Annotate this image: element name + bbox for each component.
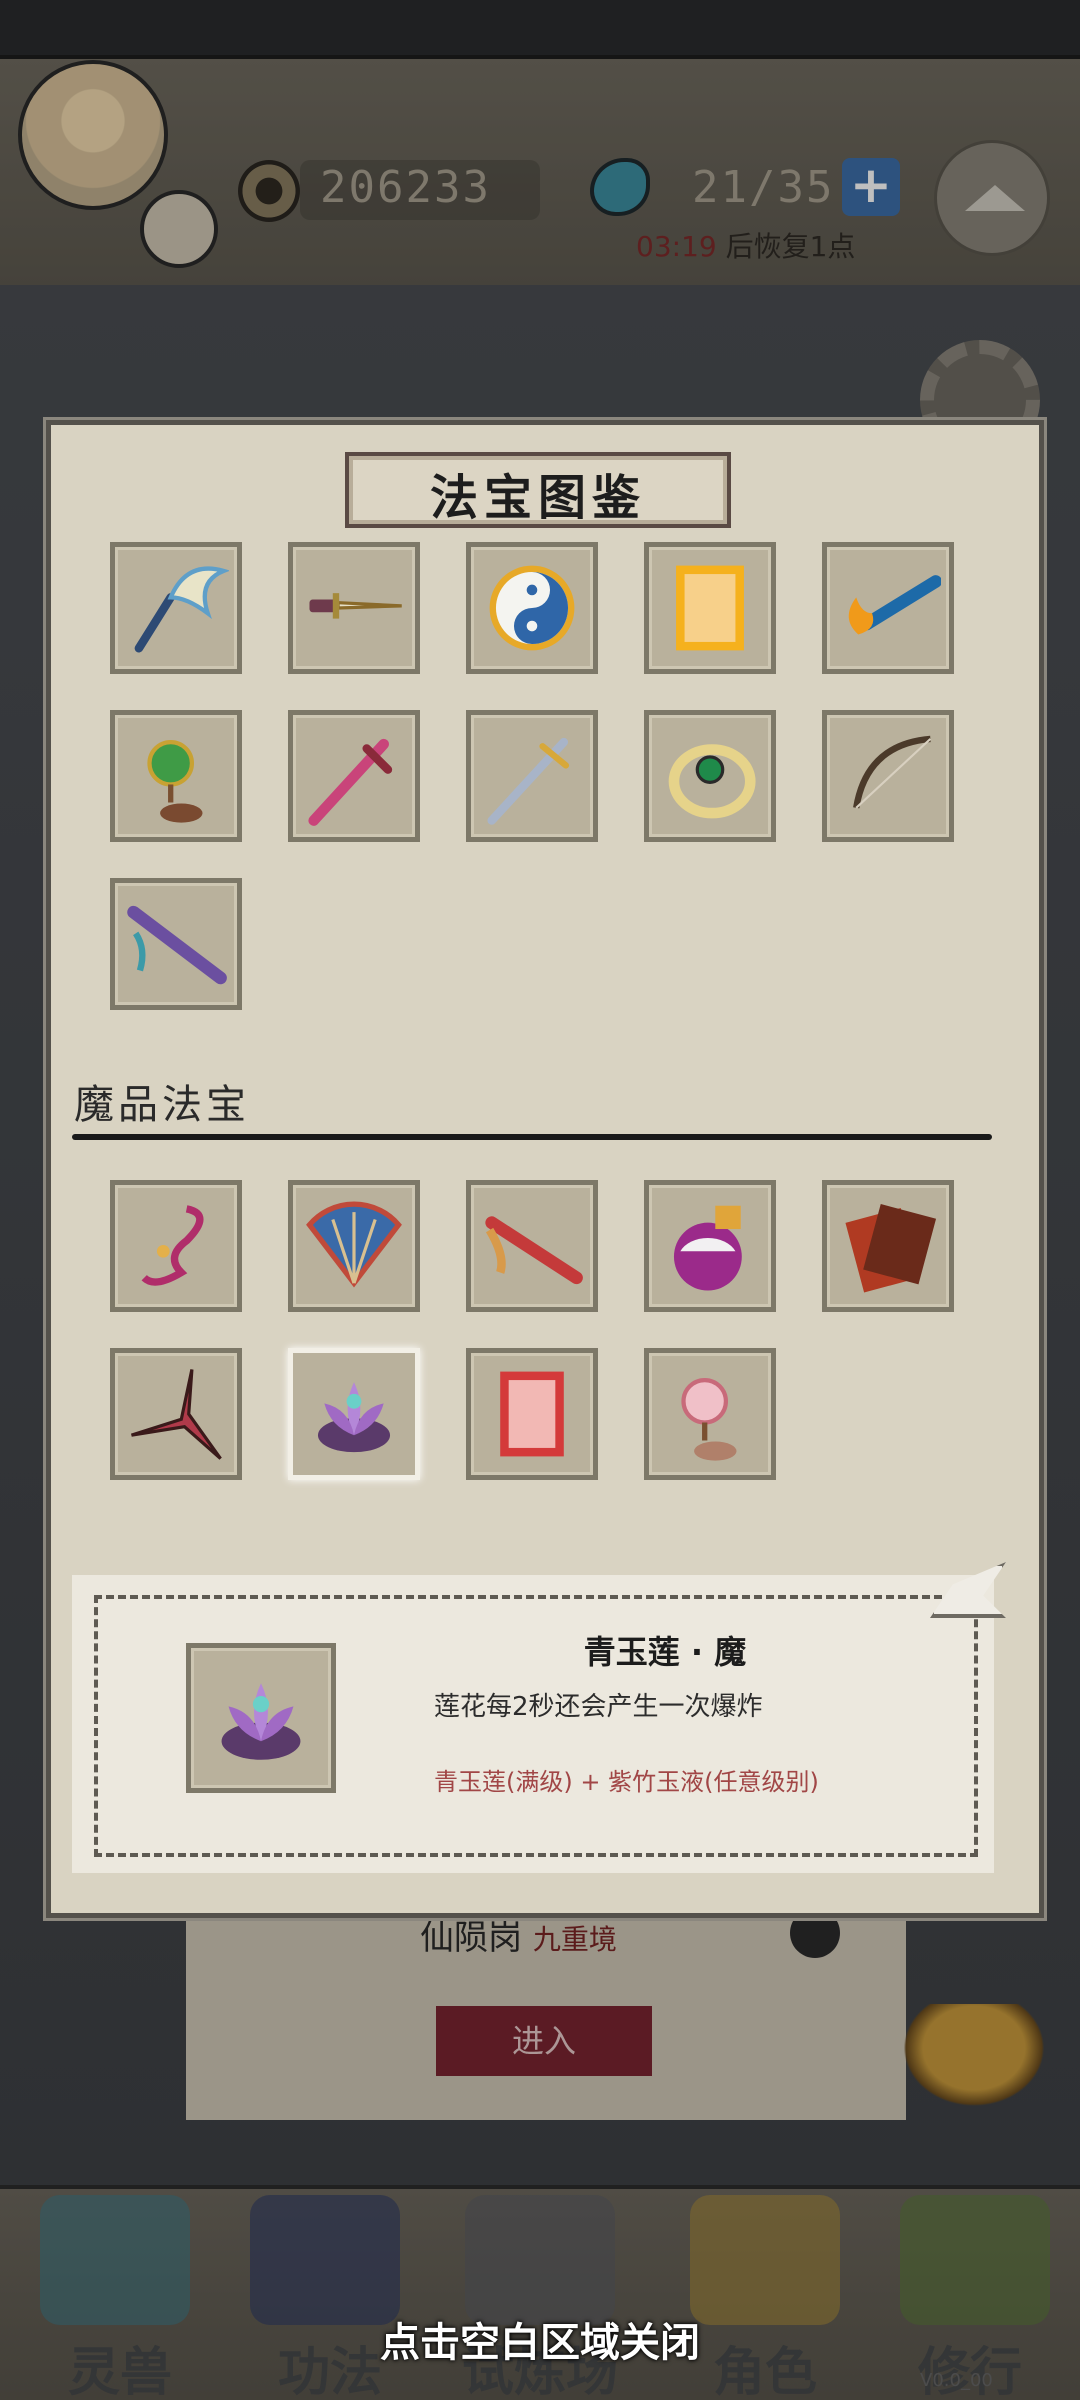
steel-sword-icon [487, 737, 570, 825]
artifact-slot[interactable] [466, 542, 598, 674]
artifact-slot-selected[interactable] [288, 1348, 420, 1480]
yin-yang-icon [489, 565, 575, 651]
artifact-slot[interactable] [110, 878, 242, 1010]
flute-icon [127, 905, 227, 985]
demon-jade-pendant-icon [681, 1377, 737, 1461]
jade-ring-icon [668, 744, 756, 819]
artifact-slot[interactable] [288, 1180, 420, 1312]
detail-item-slot [186, 1643, 336, 1793]
close-hint[interactable]: 点击空白区域关闭 [0, 2310, 1080, 2368]
fire-brush-icon [848, 575, 941, 635]
demon-fan-icon [306, 1201, 402, 1288]
purple-lotus-icon [221, 1683, 301, 1760]
artifact-slot[interactable] [644, 1180, 776, 1312]
demon-pendant-icon [141, 1205, 204, 1286]
artifact-slot[interactable] [288, 710, 420, 842]
red-talisman-icon [500, 1371, 564, 1457]
section-divider [72, 1134, 992, 1140]
artifact-slot[interactable] [466, 1180, 598, 1312]
bow-icon [853, 735, 932, 809]
detail-item-recipe: 青玉莲(满级) + 紫竹玉液(任意级别) [434, 1768, 819, 1796]
artifact-slot[interactable] [110, 710, 242, 842]
crimson-sword-icon [308, 738, 393, 826]
modal-title: 法宝图鉴 [429, 470, 646, 526]
detail-item-description: 莲花每2秒还会产生一次爆炸 [434, 1692, 763, 1722]
artifact-slot[interactable] [644, 542, 776, 674]
whisk-icon [134, 566, 229, 653]
artifact-slot[interactable] [822, 710, 954, 842]
detail-item-name: 青玉莲 · 魔 [583, 1633, 747, 1671]
purple-potion-icon [673, 1205, 742, 1291]
artifact-slot[interactable] [110, 1348, 242, 1480]
red-flute-icon [485, 1216, 583, 1285]
jade-pendant-icon [147, 739, 203, 823]
shuriken-icon [130, 1369, 222, 1460]
dagger-icon [309, 593, 402, 619]
artifact-slot[interactable] [466, 710, 598, 842]
purple-lotus-icon [317, 1382, 391, 1453]
artifact-slot[interactable] [644, 1348, 776, 1480]
artifact-slot[interactable] [288, 542, 420, 674]
artifact-slot[interactable] [822, 1180, 954, 1312]
golden-talisman-icon [676, 565, 744, 651]
section-title: 魔品法宝 [74, 1082, 250, 1128]
demon-scroll-icon [845, 1203, 937, 1293]
artifact-slot[interactable] [110, 1180, 242, 1312]
artifact-slot[interactable] [466, 1348, 598, 1480]
artifact-slot[interactable] [822, 542, 954, 674]
artifact-slot[interactable] [644, 710, 776, 842]
artifact-slot[interactable] [110, 542, 242, 674]
